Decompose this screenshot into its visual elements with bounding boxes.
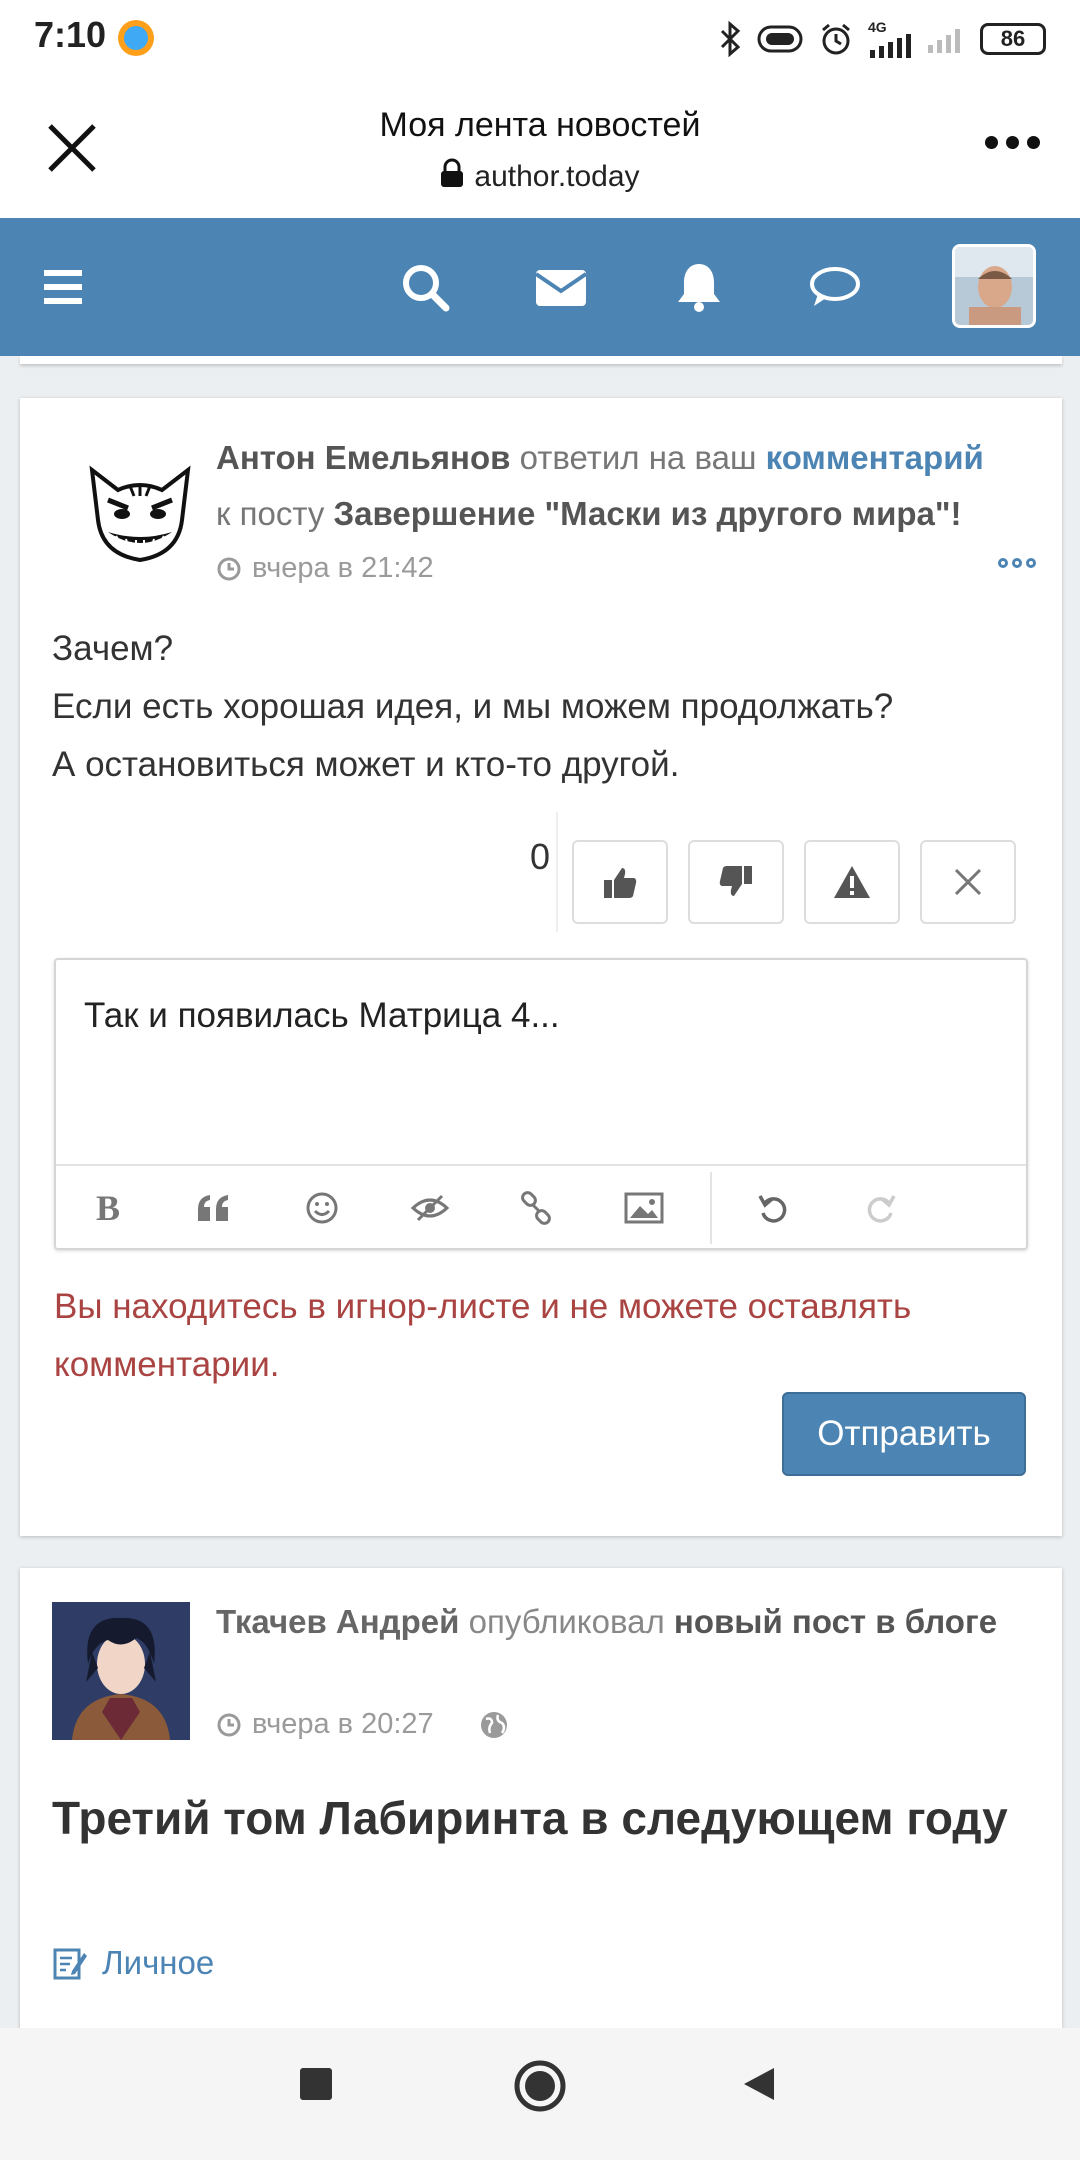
signal-icon — [870, 34, 911, 58]
spoiler-icon[interactable] — [406, 1184, 454, 1232]
link-icon[interactable] — [512, 1184, 560, 1232]
like-button[interactable] — [572, 840, 668, 924]
reply-editor[interactable]: Так и появилась Матрица 4... B — [54, 958, 1028, 1250]
globe-icon — [480, 1711, 507, 1738]
action-text: опубликовал — [459, 1603, 674, 1640]
send-button[interactable]: Отправить — [782, 1392, 1026, 1476]
battery-indicator: 86 — [980, 23, 1046, 55]
report-button[interactable] — [804, 840, 900, 924]
action-text: ответил на ваш — [510, 439, 766, 476]
notification-header: Антон Емельянов ответил на ваш комментар… — [216, 430, 1056, 542]
timestamp: вчера в 21:42 — [216, 552, 434, 585]
quote-icon[interactable] — [190, 1184, 238, 1232]
to-post-text: к посту — [216, 495, 334, 532]
signal-2-icon — [928, 29, 960, 53]
dismiss-button[interactable] — [920, 840, 1016, 924]
warning-icon — [834, 866, 870, 898]
user-avatar[interactable] — [952, 244, 1036, 328]
status-icons: 4G 86 — [718, 14, 1046, 64]
comment-link[interactable]: комментарий — [766, 439, 984, 476]
category-label[interactable]: Личное — [102, 1944, 214, 1982]
thumbs-down-icon — [719, 866, 752, 896]
comment-body: Зачем? Если есть хорошая идея, и мы може… — [52, 620, 1042, 794]
redo-icon[interactable] — [856, 1184, 904, 1232]
timestamp: вчера в 20:27 — [216, 1708, 510, 1741]
editor-toolbar: B — [56, 1164, 1026, 1248]
comment-line: А остановиться может и кто-то другой. — [52, 745, 680, 784]
url-display: author.today — [0, 158, 1080, 194]
back-icon[interactable] — [740, 2064, 780, 2104]
post-type-link[interactable]: новый пост в блоге — [674, 1603, 997, 1640]
vote-count: 0 — [529, 836, 550, 877]
notification-header: Ткачев Андрей опубликовал новый пост в б… — [216, 1594, 1036, 1650]
close-icon — [954, 868, 982, 896]
more-options-icon[interactable] — [998, 558, 1036, 568]
notification-card: Антон Емельянов ответил на ваш комментар… — [20, 398, 1062, 1536]
undo-icon[interactable] — [750, 1184, 798, 1232]
divider — [556, 812, 558, 932]
edit-note-icon — [53, 1948, 87, 1980]
url-text: author.today — [474, 160, 640, 193]
site-navbar — [0, 218, 1080, 356]
alarm-icon — [822, 23, 850, 55]
overflow-menu-icon[interactable] — [985, 136, 1040, 149]
search-icon[interactable] — [396, 258, 454, 316]
mail-icon[interactable] — [532, 258, 590, 316]
bell-icon[interactable] — [670, 258, 728, 316]
author-name[interactable]: Ткачев Андрей — [216, 1603, 459, 1640]
browser-header: Моя лента новостей author.today — [0, 78, 1080, 218]
dislike-button[interactable] — [688, 840, 784, 924]
post-title[interactable]: Третий том Лабиринта в следующем году — [52, 1780, 1032, 1856]
network-type: 4G — [868, 19, 887, 35]
time-text: вчера в 20:27 — [252, 1708, 434, 1740]
smile-icon[interactable] — [298, 1184, 346, 1232]
status-time: 7:10 — [34, 14, 107, 55]
bluetooth-icon — [720, 21, 741, 57]
author-avatar[interactable] — [52, 1602, 190, 1740]
post-link[interactable]: Завершение "Маски из другого мира"! — [333, 495, 961, 532]
comment-line: Зачем? — [52, 629, 174, 668]
menu-icon[interactable] — [38, 258, 96, 316]
time-text: вчера в 21:42 — [252, 552, 434, 584]
previous-card-edge — [20, 356, 1062, 364]
image-icon[interactable] — [620, 1184, 668, 1232]
error-message: Вы находитесь в игнор-листе и не можете … — [54, 1287, 912, 1384]
author-name[interactable]: Антон Емельянов — [216, 439, 510, 476]
notification-card: Ткачев Андрей опубликовал новый пост в б… — [20, 1568, 1062, 2028]
lock-icon — [441, 158, 464, 187]
bold-icon[interactable]: B — [84, 1184, 132, 1232]
status-bar: 7:10 4G 86 — [0, 0, 1080, 78]
recents-icon[interactable] — [296, 2064, 336, 2104]
system-navbar — [0, 2028, 1080, 2160]
toolbar-divider — [710, 1172, 712, 1244]
clock-icon — [217, 557, 241, 580]
clock-icon — [217, 1713, 241, 1736]
post-category[interactable]: Личное — [52, 1944, 214, 1982]
comment-line: Если есть хорошая идея, и мы можем продо… — [52, 687, 894, 726]
thumbs-up-icon — [604, 868, 637, 898]
page-title: Моя лента новостей — [379, 106, 701, 144]
app-notification-icon — [118, 20, 154, 56]
home-icon[interactable] — [512, 2058, 568, 2114]
chat-icon[interactable] — [806, 258, 864, 316]
vibrate-icon — [757, 25, 803, 53]
author-avatar[interactable] — [78, 450, 202, 574]
editor-text[interactable]: Так и появилась Матрица 4... — [84, 996, 560, 1036]
